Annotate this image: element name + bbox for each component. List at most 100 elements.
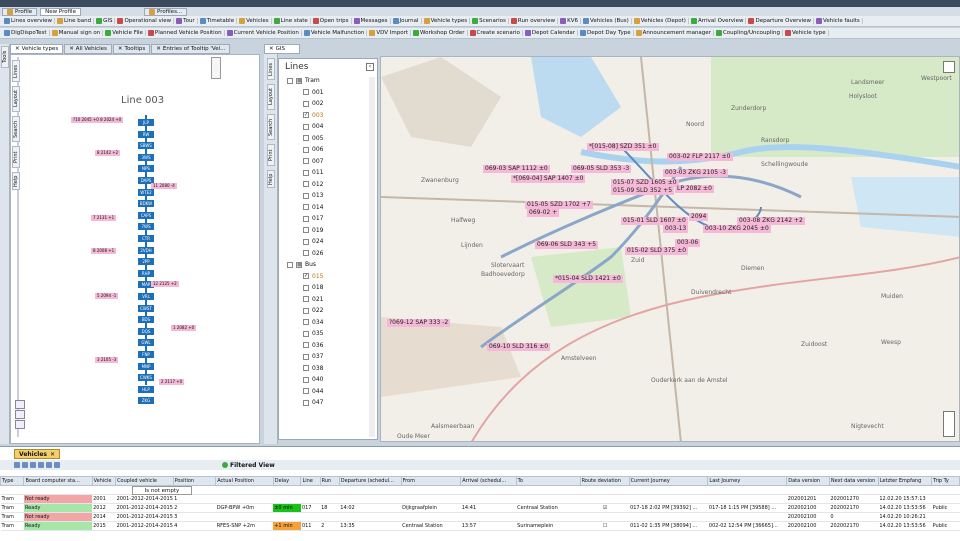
gis-side-tab-lines[interactable]: Lines <box>267 58 275 80</box>
stop-zkg[interactable]: ZKG <box>138 397 154 405</box>
line-item-021[interactable]: 021 <box>279 294 377 306</box>
line-checkbox[interactable]: ✓ <box>303 273 309 280</box>
stop-caps[interactable]: CAPS <box>138 211 154 219</box>
line-item-047[interactable]: 047 <box>279 397 377 409</box>
line-checkbox[interactable] <box>303 330 309 337</box>
column-header-letzter-empfang[interactable]: Letzter Empfang <box>877 476 933 486</box>
toolbar-item-vehicle-type[interactable]: Vehicle type <box>783 30 829 36</box>
line-item-013[interactable]: 013 <box>279 190 377 202</box>
stop-sbws[interactable]: SBWS <box>138 142 154 150</box>
column-header-current-journey[interactable]: Current Journey <box>628 476 709 486</box>
line-vehicle-label[interactable]: 8 2142 +2 <box>95 150 121 156</box>
column-header-from[interactable]: From <box>400 476 462 486</box>
stop-vrl[interactable]: VRL <box>138 293 154 300</box>
toolbar-item-planned-vehicle-position[interactable]: Planned Vehicle Position <box>146 30 225 36</box>
line-vehicle-label[interactable]: 5 2094 -1 <box>95 293 119 299</box>
column-header-coupled-vehicle[interactable]: Coupled vehicle <box>115 476 174 486</box>
toolbar-item-messages[interactable]: Messages <box>352 18 391 24</box>
side-tab-print[interactable]: Print <box>12 146 20 168</box>
line-vehicle-label[interactable]: ?10 2045 +0 8 2024 +0 <box>71 117 124 123</box>
map-vehicle-label[interactable]: 015-05 SZD 1702 +7 <box>525 201 593 209</box>
tab-new-profile[interactable]: New Profile <box>40 7 81 16</box>
stop-wte2[interactable]: WTE2 <box>138 188 154 196</box>
side-tab-help[interactable]: Help <box>12 172 20 190</box>
column-header-position[interactable]: Position <box>172 476 217 486</box>
column-header-line[interactable]: Line <box>300 476 321 486</box>
gis-map[interactable]: Westpoort Landsmeer Zunderdorp Holysloot Noo… <box>380 56 960 442</box>
line-checkbox[interactable] <box>303 376 309 383</box>
side-tab-layout[interactable]: Layout <box>12 86 20 112</box>
stop-jlp[interactable]: JLP <box>138 119 154 126</box>
expand-toggle[interactable] <box>287 77 293 84</box>
line-checkbox[interactable] <box>303 169 309 176</box>
lines-scrollbar[interactable] <box>369 77 375 437</box>
columns-icon[interactable] <box>30 462 36 468</box>
map-vehicle-label[interactable]: 003-02 FLP 2117 ±0 <box>667 153 733 161</box>
stop-2vdh[interactable]: 2VDH <box>138 246 154 254</box>
map-vehicle-label[interactable]: 069-03 SAP 1112 ±0 <box>483 165 550 173</box>
column-header-board-computer-sta[interactable]: Board computer sta... <box>23 476 93 486</box>
stop-hlp[interactable]: HLP <box>138 385 154 393</box>
map-vehicle-label[interactable]: 069-06 SLD 343 +5 <box>535 241 599 249</box>
line-item-018[interactable]: 018 <box>279 282 377 294</box>
line-vehicle-label[interactable]: 8 2008 +1 <box>91 248 117 254</box>
map-zoom-controls[interactable] <box>943 411 955 437</box>
column-header-vehicle[interactable]: Vehicle <box>91 476 117 486</box>
side-tab-search[interactable]: Search <box>12 116 20 142</box>
line-checkbox[interactable] <box>303 100 309 107</box>
tab-gis[interactable]: ✕ GIS <box>264 44 300 54</box>
line-item-006[interactable]: 006 <box>279 144 377 156</box>
line-item-005[interactable]: 005 <box>279 133 377 145</box>
side-tab-tools[interactable]: Tools <box>1 46 9 68</box>
toolbar-item-create-scenario[interactable]: Create scenario <box>468 30 523 36</box>
stop-cwks[interactable]: CWKS <box>138 374 154 382</box>
group-checkbox[interactable]: ■ <box>296 261 302 268</box>
toolbar-item-line-state[interactable]: Line state <box>272 18 311 24</box>
line-item-038[interactable]: 038 <box>279 363 377 375</box>
column-header-trip-ty[interactable]: Trip Ty <box>931 476 960 486</box>
tab-all-vehicles[interactable]: ✕ All Vehicles <box>64 44 112 54</box>
map-vehicle-label[interactable]: 003-13 <box>663 225 689 233</box>
toolbar-item-vehicles-bus[interactable]: Vehicles (Bus) <box>581 18 632 24</box>
toolbar-item-vehicles[interactable]: Vehicles <box>237 18 272 24</box>
line-checkbox[interactable] <box>303 123 309 130</box>
side-tab-lines[interactable]: Lines <box>12 60 20 82</box>
group-checkbox[interactable]: ■ <box>296 77 302 84</box>
export-icon[interactable] <box>38 462 44 468</box>
cell-route-deviation[interactable]: ☐ <box>580 521 630 531</box>
line-checkbox[interactable] <box>303 89 309 96</box>
cell-board-computer-sta[interactable]: Ready <box>23 503 93 513</box>
line-checkbox[interactable] <box>303 388 309 395</box>
line-item-014[interactable]: 014 <box>279 202 377 214</box>
line-vehicle-label[interactable]: 1 2082 +0 <box>171 325 197 331</box>
line-checkbox[interactable] <box>303 215 309 222</box>
line-vehicle-label[interactable]: 2 2117 +0 <box>159 379 185 385</box>
column-header-next-data-version[interactable]: Next data version <box>828 476 879 486</box>
close-icon[interactable]: ✕ <box>69 46 74 52</box>
close-icon[interactable]: ✕ <box>50 451 55 458</box>
cell-route-deviation[interactable]: ☑ <box>580 503 630 513</box>
toolbar-item-vehicle-file[interactable]: Vehicle File <box>103 30 146 36</box>
tab-profiles[interactable]: Profiles... <box>143 7 188 16</box>
map-vehicle-label[interactable]: 015-02 SLD 375 ±0 <box>625 247 689 255</box>
line-checkbox[interactable] <box>303 192 309 199</box>
table-row[interactable]: Tram Ready 2015 2001-2012-2014-2015 4 RFES-SN… <box>0 521 960 531</box>
stop-gwl[interactable]: GWL <box>138 339 154 347</box>
toolbar-item-vehicle-malfunction[interactable]: Vehicle Malfunction <box>302 30 368 36</box>
toolbar-item-current-vehicle-position[interactable]: Current Vehicle Position <box>225 30 302 36</box>
toolbar-item-announcement-manager[interactable]: Announcement manager <box>634 30 714 36</box>
tab-profile[interactable]: Profile <box>2 7 38 16</box>
map-vehicle-label[interactable]: 2094 <box>689 213 709 221</box>
line-vehicle-label[interactable]: 12 2125 +2 <box>151 281 179 287</box>
expand-toggle[interactable] <box>287 261 293 268</box>
toolbar-item-depot-day-type[interactable]: Depot Day Type <box>578 30 634 36</box>
line-item-040[interactable]: 040 <box>279 374 377 386</box>
line-item-037[interactable]: 037 <box>279 351 377 363</box>
toolbar-item-manual-sign-on[interactable]: Manual sign on <box>50 30 104 36</box>
toolbar-item-journal[interactable]: Journal <box>391 18 422 24</box>
zoom-in-icon[interactable] <box>15 410 25 419</box>
collapse-panel-button[interactable]: ‹ <box>366 63 374 71</box>
map-vehicle-label[interactable]: *[015-08] SZD 351 ±0 <box>587 143 659 151</box>
line-item-002[interactable]: 002 <box>279 98 377 110</box>
column-filter-cell[interactable]: Is not empty <box>132 486 192 495</box>
